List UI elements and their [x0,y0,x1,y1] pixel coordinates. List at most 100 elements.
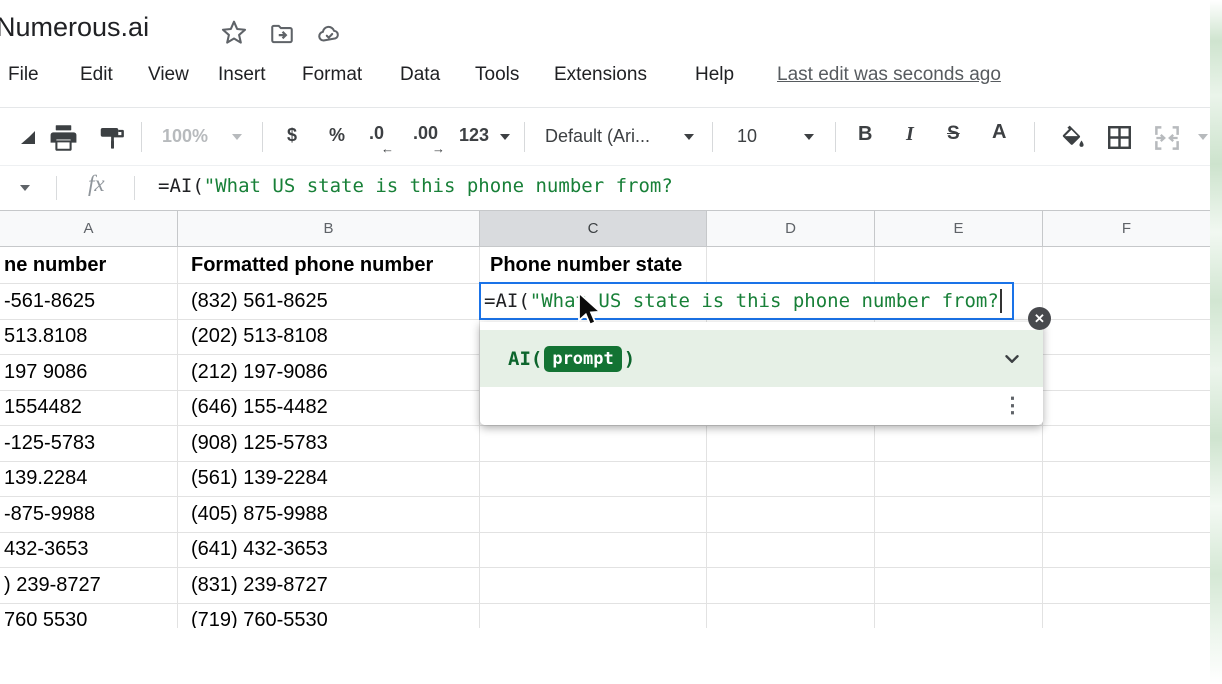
font-size-select[interactable]: 10 [737,126,757,147]
cell-b9[interactable]: (641) 432-3653 [178,533,480,569]
font-family-caret-icon[interactable] [684,134,694,140]
column-header-a[interactable]: A [0,211,178,247]
cell-c7[interactable] [480,462,707,498]
cell-d9[interactable] [707,533,875,569]
font-size-caret-icon[interactable] [804,134,814,140]
cell-f10[interactable] [1043,568,1211,604]
cell-f9[interactable] [1043,533,1211,569]
cell-b6[interactable]: (908) 125-5783 [178,426,480,462]
cell-d10[interactable] [707,568,875,604]
formula-input[interactable]: =AI("What US state is this phone number … [158,175,673,197]
cell-f3[interactable] [1043,320,1211,356]
text-color-button[interactable]: A [992,121,1006,144]
cell-c11[interactable] [480,604,707,629]
menu-tools[interactable]: Tools [475,64,519,86]
cell-b7[interactable]: (561) 139-2284 [178,462,480,498]
format-percent-button[interactable]: % [329,125,345,146]
cell-f5[interactable] [1043,391,1211,427]
chevron-down-icon[interactable] [1001,348,1023,375]
cell-c6[interactable] [480,426,707,462]
cell-f6[interactable] [1043,426,1211,462]
column-header-c[interactable]: C [480,211,707,247]
cell-a10[interactable]: ) 239-8727 [0,568,178,604]
cell-b5[interactable]: (646) 155-4482 [178,391,480,427]
cell-a3[interactable]: 513.8108 [0,320,178,356]
cell-d11[interactable] [707,604,875,629]
more-formats-caret-icon[interactable] [500,134,510,140]
move-to-folder-icon[interactable] [269,21,295,47]
format-currency-button[interactable]: $ [287,125,297,146]
column-header-f[interactable]: F [1043,211,1211,247]
menu-format[interactable]: Format [302,64,362,86]
strikethrough-button[interactable]: S [947,123,960,145]
menu-data[interactable]: Data [400,64,440,86]
cell-e10[interactable] [875,568,1043,604]
cell-c10[interactable] [480,568,707,604]
zoom-caret-icon[interactable] [232,134,242,140]
cell-e8[interactable] [875,497,1043,533]
cell-b10[interactable]: (831) 239-8727 [178,568,480,604]
cell-b2[interactable]: (832) 561-8625 [178,284,480,320]
last-edit-link[interactable]: Last edit was seconds ago [777,64,1001,86]
cell-b4[interactable]: (212) 197-9086 [178,355,480,391]
bold-button[interactable]: B [858,123,872,146]
cell-c8[interactable] [480,497,707,533]
cell-b1[interactable]: Formatted phone number [178,247,480,284]
cell-a4[interactable]: 197 9086 [0,355,178,391]
column-header-e[interactable]: E [875,211,1043,247]
cell-a5[interactable]: 1554482 [0,391,178,427]
cell-editor[interactable]: =AI("What US state is this phone number … [479,282,1014,320]
name-box-caret-icon[interactable] [20,185,30,191]
column-header-d[interactable]: D [707,211,875,247]
cell-f1[interactable] [1043,247,1211,284]
cell-f7[interactable] [1043,462,1211,498]
print-icon[interactable] [48,122,79,158]
italic-button[interactable]: I [906,123,914,146]
cell-a11[interactable]: 760 5530 [0,604,178,629]
menu-help[interactable]: Help [695,64,734,86]
cell-f2[interactable] [1043,284,1211,320]
more-formats-button[interactable]: 123 [459,125,489,146]
cell-a7[interactable]: 139.2284 [0,462,178,498]
cell-b8[interactable]: (405) 875-9988 [178,497,480,533]
font-family-select[interactable]: Default (Ari... [545,126,650,147]
star-icon[interactable] [221,19,247,45]
merge-cells-caret-icon[interactable] [1198,134,1208,140]
cell-b3[interactable]: (202) 513-8108 [178,320,480,356]
cell-a2[interactable]: -561-8625 [0,284,178,320]
menu-file[interactable]: File [8,64,39,86]
cell-a1[interactable]: ne number [0,247,178,284]
cell-f8[interactable] [1043,497,1211,533]
cell-e6[interactable] [875,426,1043,462]
close-icon[interactable]: ✕ [1028,307,1051,330]
menu-edit[interactable]: Edit [80,64,113,86]
redo-icon-partial[interactable] [20,131,36,150]
menu-extensions[interactable]: Extensions [554,64,647,86]
cell-a8[interactable]: -875-9988 [0,497,178,533]
borders-icon[interactable] [1105,123,1134,157]
menu-view[interactable]: View [148,64,189,86]
cell-e7[interactable] [875,462,1043,498]
more-options-icon[interactable]: ⋮ [1002,393,1023,419]
paint-format-icon[interactable] [97,123,127,158]
fill-color-icon[interactable] [1057,123,1086,157]
cell-d1[interactable] [707,247,875,284]
cell-c9[interactable] [480,533,707,569]
cell-d8[interactable] [707,497,875,533]
cell-a6[interactable]: -125-5783 [0,426,178,462]
cell-f11[interactable] [1043,604,1211,629]
zoom-select[interactable]: 100% [162,126,208,147]
cloud-saved-icon[interactable] [316,21,342,47]
cell-d6[interactable] [707,426,875,462]
document-title[interactable]: Numerous.ai [0,12,149,43]
cell-c1[interactable]: Phone number state [480,247,707,284]
cell-a9[interactable]: 432-3653 [0,533,178,569]
autocomplete-suggestion[interactable]: AI(prompt) [480,330,1043,387]
column-header-b[interactable]: B [178,211,480,247]
merge-cells-icon[interactable] [1152,123,1182,158]
cell-d7[interactable] [707,462,875,498]
cell-f4[interactable] [1043,355,1211,391]
cell-e9[interactable] [875,533,1043,569]
cell-e1[interactable] [875,247,1043,284]
menu-insert[interactable]: Insert [218,64,266,86]
